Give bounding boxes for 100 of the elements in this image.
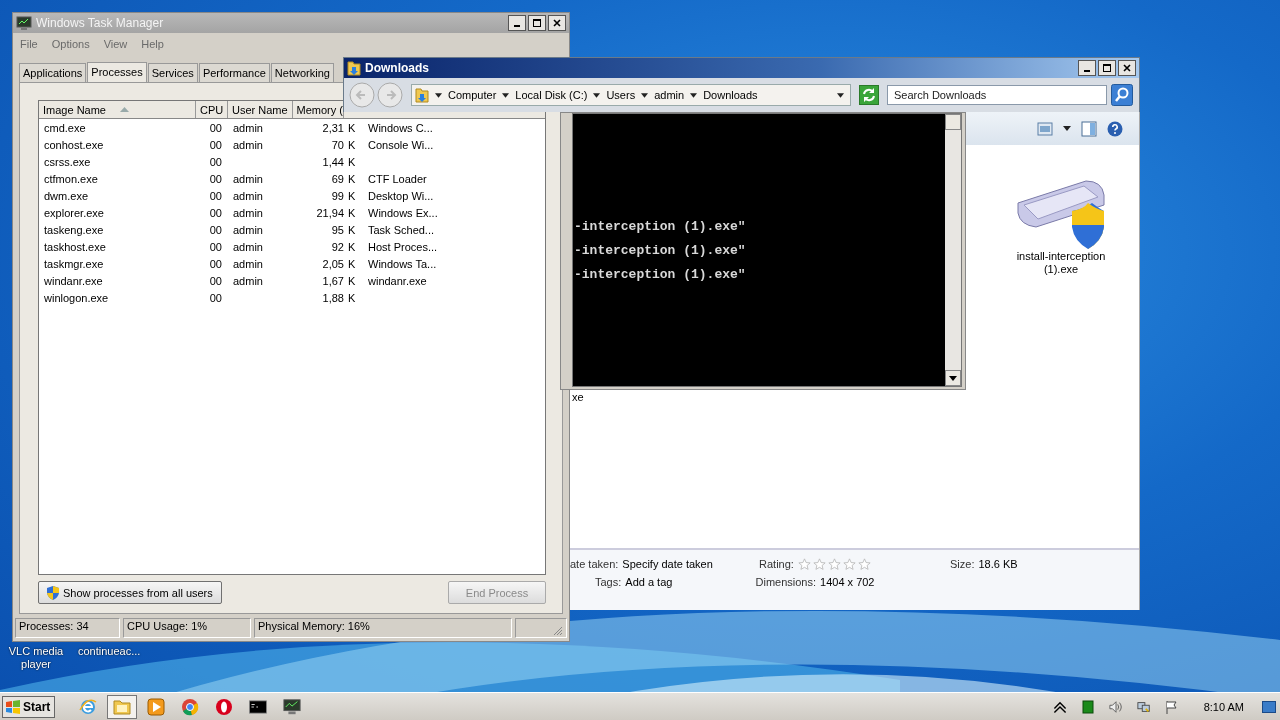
clock[interactable]: 8:10 AM [1203,700,1244,713]
table-cell-text: windanr.exe [367,274,428,287]
table-cell-text: 70 [330,138,344,151]
detail-value[interactable]: Specify date taken [622,558,713,576]
speaker-icon[interactable] [1108,699,1123,714]
desktop-icon-label[interactable]: VLC media player [6,645,66,671]
tab[interactable]: Performance [198,63,270,82]
table-cell-text: Desktop Wi... [367,189,435,202]
status-text: Processes: 34 [15,618,120,638]
table-cell-text: 00 [208,257,223,270]
search-button[interactable] [1111,84,1133,106]
refresh-button[interactable] [859,85,879,105]
table-cell-text: admin [232,274,264,287]
table-cell-text: K [347,138,357,151]
breadcrumb[interactable]: Computer [448,89,497,101]
show-all-processes-button[interactable]: Show processes from all users [38,581,222,604]
table-cell-text: 1,67 [321,274,344,287]
table-cell-text: 21,94 [315,206,344,219]
menu-item[interactable]: File [20,38,38,50]
show-hidden-icons-button[interactable] [1052,699,1067,714]
detail-value[interactable]: Add a tag [625,576,673,594]
table-cell-text: 00 [208,172,223,185]
table-cell-text: 00 [208,138,223,151]
table-cell-text: K [347,206,357,219]
table-cell-text: admin [232,138,264,151]
tab[interactable]: Processes [87,62,147,83]
monitor-icon [283,697,302,716]
maximize-button[interactable] [1098,60,1116,76]
breadcrumb[interactable]: Downloads [703,89,758,101]
help-icon[interactable] [1107,120,1123,137]
maximize-button[interactable] [528,15,546,31]
monitor-icon [16,16,32,30]
breadcrumb[interactable]: Local Disk (C:) [515,89,588,101]
search-field[interactable]: Search Downloads [887,85,1107,105]
table-cell-text: 00 [208,155,223,168]
tab[interactable]: Services [147,63,198,82]
detail-label: Size: [950,558,975,572]
close-button[interactable] [548,15,566,31]
tab[interactable]: Networking [270,63,334,82]
detail-value[interactable]: 1404 x 702 [820,576,875,594]
status-text: CPU Usage: 1% [123,618,251,638]
minimize-button[interactable] [508,15,526,31]
table-cell-text: cmd.exe [43,121,87,134]
detail-value[interactable]: 18.6 KB [978,558,1018,576]
close-button[interactable] [1118,60,1136,76]
scrollbar[interactable] [945,114,961,386]
table-cell-text: Windows C... [367,121,434,134]
column-header[interactable]: Image Name [39,101,196,118]
table-cell-text: K [347,240,357,253]
table-cell-text: windanr.exe [43,274,104,287]
table-cell-text: 00 [208,121,223,134]
show-desktop-button[interactable] [1262,700,1276,713]
tab[interactable]: Applications [19,63,87,82]
globe-e-icon [79,697,98,716]
folder-icon [347,60,361,76]
caret-icon[interactable] [435,92,442,98]
table-cell-text: K [347,291,357,304]
table-cell-text: K [347,274,357,287]
minimize-button[interactable] [1078,60,1096,76]
start-button[interactable]: Start [2,695,56,718]
table-cell-text: 00 [208,240,223,253]
column-header[interactable]: User Name [228,101,293,118]
scroll-down-button[interactable] [945,370,961,386]
dropdown-icon[interactable] [837,92,844,98]
table-cell-text: admin [232,240,264,253]
table-cell-text: admin [232,206,264,219]
table-cell-text: 99 [330,189,344,202]
status-text: Physical Memory: 16% [254,618,512,638]
table-cell-text: 2,31 [321,121,344,134]
breadcrumb[interactable]: admin [654,89,685,101]
resize-grip-icon[interactable] [553,626,563,636]
table-cell-text: CTF Loader [367,172,428,185]
table-cell-text: 00 [208,223,223,236]
menu-item[interactable]: View [103,38,128,50]
desktop-icon-label[interactable]: continueac... [78,645,138,671]
column-header[interactable]: CPU [196,101,228,118]
network-icon[interactable] [1136,699,1151,714]
windows-logo-icon [5,699,21,714]
maximize-icon [1102,63,1112,73]
flag-icon[interactable] [1164,699,1179,714]
address-bar[interactable]: Computer Local Disk (C:) Users admin Downloads [411,84,851,106]
caret-icon[interactable] [593,92,601,98]
console-line: -interception (1).exe" [574,218,747,235]
table-cell-text: Task Sched... [367,223,436,236]
breadcrumb[interactable]: Users [606,89,636,101]
caret-icon[interactable] [502,92,510,98]
table-cell-text: 00 [208,189,223,202]
tray-app-icon[interactable] [1080,699,1095,714]
menu-item[interactable]: Help [141,38,164,50]
caret-icon[interactable] [1063,126,1071,131]
caret-icon[interactable] [641,92,649,98]
downloaded-file[interactable]: install-interception (1).exe [1013,175,1109,285]
table-cell-text: admin [232,172,264,185]
scroll-up-button[interactable] [945,114,961,130]
detail-label: Tags: [595,576,622,590]
sort-arrow-icon [120,107,129,112]
menu-item[interactable]: Options [51,38,90,50]
caret-icon[interactable] [690,92,698,98]
table-cell-text: 00 [208,274,223,287]
minimize-icon [514,25,520,27]
